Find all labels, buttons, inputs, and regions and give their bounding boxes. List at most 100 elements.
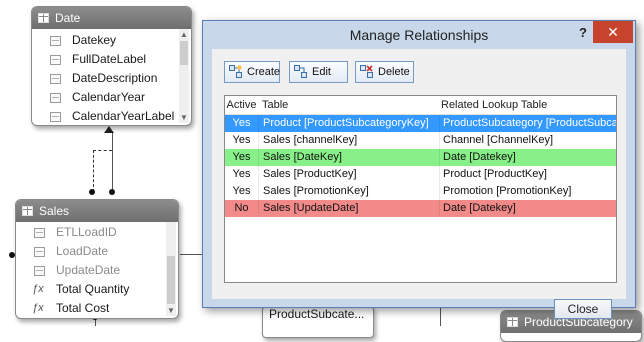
relationship-row[interactable]: Yes Sales [DateKey] Date [Datekey]	[225, 149, 616, 166]
relationship-row[interactable]: Yes Sales [channelKey] Channel [ChannelKey…	[225, 132, 616, 149]
field-row[interactable]: UpdateDate	[16, 261, 178, 280]
relationship-line-vertical[interactable]	[112, 132, 113, 192]
grid-header: Active Table Related Lookup Table	[225, 96, 616, 115]
cell-active: Yes	[232, 117, 251, 129]
field-row[interactable]: CalendarYearLabel	[32, 107, 191, 125]
field-label: ETLLoadID	[56, 225, 117, 239]
create-relationship-icon	[229, 65, 242, 78]
sales-table-header[interactable]: Sales	[16, 200, 178, 222]
field-label: CalendarYear	[72, 90, 145, 104]
relationship-line-dashed-top	[93, 150, 112, 151]
relationship-row[interactable]: No Sales [UpdateDate] Date [Datekey]	[225, 200, 616, 217]
scroll-down-icon[interactable]: ▼	[167, 306, 175, 315]
delete-button[interactable]: Delete	[355, 61, 414, 83]
column-icon	[50, 55, 61, 65]
edit-relationship-icon	[294, 65, 307, 78]
field-label: LoadDate	[56, 244, 109, 258]
column-icon	[34, 228, 45, 238]
column-header-active[interactable]: Active	[225, 96, 258, 114]
sales-field-list: ETLLoadID LoadDate UpdateDate ƒx Total Quant…	[16, 222, 178, 318]
scroll-up-icon[interactable]: ▲	[180, 30, 188, 39]
help-icon[interactable]: ?	[575, 24, 591, 42]
date-table-card[interactable]: Date Datekey FullDateLabel DateDescription…	[31, 6, 192, 126]
column-icon	[50, 74, 61, 84]
relationship-line-far[interactable]	[440, 306, 441, 326]
cell-active: Yes	[232, 168, 251, 180]
arrow-head	[104, 126, 114, 133]
dialog-title: Manage Relationships	[349, 27, 489, 43]
manage-relationships-dialog: Manage Relationships ? ✕ Create Edit Del…	[202, 20, 636, 319]
edit-button[interactable]: Edit	[289, 61, 348, 83]
relationships-grid[interactable]: Active Table Related Lookup Table Yes Pro…	[224, 95, 617, 283]
column-icon	[34, 266, 45, 276]
field-row[interactable]: DateDescription	[32, 69, 191, 88]
column-icon	[50, 36, 61, 46]
sales-table-scrollbar[interactable]: ▼	[166, 222, 176, 316]
grid-rows: Yes Product [ProductSubcategoryKey] Produc…	[225, 115, 616, 217]
field-row[interactable]: CalendarYear	[32, 88, 191, 107]
partial-field: ProductSubcate...	[269, 307, 365, 321]
field-label: Total Quantity	[56, 282, 130, 296]
field-label: Datekey	[72, 33, 117, 47]
field-label: DateDescription	[72, 71, 158, 85]
cell-lookup: Product [ProductKey]	[439, 166, 616, 183]
field-row[interactable]: LoadDate	[16, 242, 178, 261]
column-icon	[50, 93, 61, 103]
field-row[interactable]: Datekey	[32, 31, 191, 50]
column-header-table[interactable]: Table	[258, 96, 438, 114]
field-label: CalendarYearLabel	[72, 109, 175, 123]
measure-icon: ƒx	[32, 283, 44, 295]
cell-table: Product [ProductSubcategoryKey]	[258, 115, 439, 132]
column-icon	[50, 112, 61, 122]
relationship-row[interactable]: Yes Product [ProductSubcategoryKey] Produc…	[225, 115, 616, 132]
relationship-line-dashed[interactable]	[93, 150, 94, 192]
field-label: FullDateLabel	[72, 52, 147, 66]
cell-active: Yes	[232, 134, 251, 146]
column-icon	[34, 247, 45, 257]
connector-dot	[89, 189, 95, 195]
measure-icon: ƒx	[32, 302, 44, 314]
scroll-down-icon[interactable]: ▼	[180, 113, 188, 122]
field-row[interactable]: ƒx Total Cost	[16, 299, 178, 318]
scroll-thumb[interactable]	[167, 256, 175, 304]
field-row[interactable]: ETLLoadID	[16, 223, 178, 242]
sales-table-card[interactable]: Sales ETLLoadID LoadDate UpdateDate ƒx Total…	[15, 199, 179, 319]
close-icon[interactable]: ✕	[593, 21, 633, 43]
dialog-content: Create Edit Delete Active Table Related …	[212, 49, 626, 319]
relationship-row[interactable]: Yes Sales [ProductKey] Product [ProductKey…	[225, 166, 616, 183]
field-row[interactable]: ƒx Total Quantity	[16, 280, 178, 299]
cell-table: Sales [DateKey]	[258, 149, 439, 166]
cell-lookup: ProductSubcategory [ProductSubcatego...	[439, 115, 616, 132]
cell-active: Yes	[232, 151, 251, 163]
cell-table: Sales [UpdateDate]	[258, 200, 439, 217]
field-label: UpdateDate	[56, 263, 121, 277]
field-label: Total Cost	[56, 301, 110, 315]
cell-active: Yes	[232, 185, 251, 197]
cell-lookup: Promotion [PromotionKey]	[439, 183, 616, 200]
cell-lookup: Date [Datekey]	[439, 149, 616, 166]
table-icon	[22, 206, 33, 216]
connector-dot	[109, 189, 115, 195]
date-table-title: Date	[55, 11, 81, 25]
column-header-lookup[interactable]: Related Lookup Table	[438, 96, 616, 114]
dialog-titlebar[interactable]: Manage Relationships ? ✕	[203, 21, 635, 49]
partial-table-card[interactable]: ProductSubcate...	[262, 306, 374, 338]
create-label: Create	[247, 66, 281, 78]
cell-table: Sales [channelKey]	[258, 132, 439, 149]
create-button[interactable]: Create	[224, 61, 280, 83]
delete-relationship-icon	[360, 65, 373, 78]
cell-table: Sales [ProductKey]	[258, 166, 439, 183]
close-button[interactable]: Close	[554, 299, 612, 319]
delete-label: Delete	[378, 66, 410, 78]
cell-lookup: Channel [ChannelKey]	[439, 132, 616, 149]
table-icon	[38, 13, 49, 23]
scroll-thumb[interactable]	[180, 41, 188, 65]
relationship-row[interactable]: Yes Sales [PromotionKey] Promotion [Promot…	[225, 183, 616, 200]
date-table-scrollbar[interactable]: ▲ ▼	[179, 29, 189, 123]
edit-label: Edit	[312, 66, 331, 78]
date-table-header[interactable]: Date	[32, 7, 191, 29]
date-field-list: Datekey FullDateLabel DateDescription Calen…	[32, 29, 191, 125]
sales-table-title: Sales	[39, 204, 70, 218]
field-row[interactable]: FullDateLabel	[32, 50, 191, 69]
cell-lookup: Date [Datekey]	[439, 200, 616, 217]
